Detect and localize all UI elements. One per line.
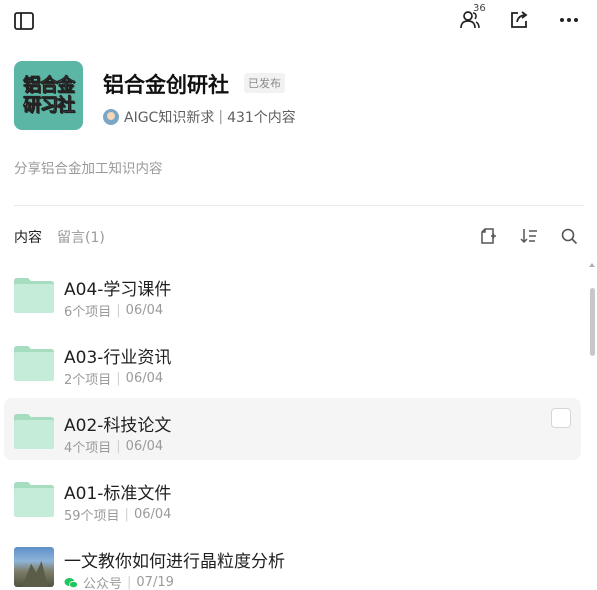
item-meta: 公众号 | 07/19 <box>64 573 174 590</box>
list-item[interactable]: A01-标准文件 59个项目 | 06/04 <box>4 466 581 528</box>
logo-char: 社 <box>57 94 76 116</box>
share-icon[interactable] <box>507 8 531 32</box>
knowledge-base-logo: 铝合金 研习社 <box>14 61 83 130</box>
item-title: A03-行业资讯 <box>64 348 172 368</box>
list-item[interactable]: 一文教你如何进行晶粒度分析 公众号 | 07/19 <box>4 534 581 590</box>
logo-char: 研 <box>23 94 42 116</box>
scroll-up-arrow-icon[interactable] <box>589 263 595 267</box>
item-source: 公众号 <box>83 577 123 590</box>
new-doc-icon[interactable] <box>478 226 498 246</box>
page-title: 铝合金创研社 <box>103 73 229 97</box>
folder-icon <box>14 278 54 313</box>
meta-separator: | <box>124 507 129 522</box>
knowledge-base-description: 分享铝合金加工知识内容 <box>14 161 163 177</box>
search-icon[interactable] <box>559 226 579 246</box>
meta-separator: | <box>116 371 121 386</box>
list-item[interactable]: A04-学习课件 6个项目 | 06/04 <box>4 262 581 324</box>
item-meta: 2个项目 | 06/04 <box>64 369 163 388</box>
published-status-badge: 已发布 <box>244 73 285 93</box>
item-count: 4个项目 <box>64 441 112 456</box>
article-thumbnail <box>14 547 54 587</box>
item-date: 06/04 <box>125 303 164 318</box>
owner-separator: | <box>218 109 224 125</box>
item-meta: 59个项目 | 06/04 <box>64 505 171 524</box>
owner-avatar[interactable] <box>103 109 119 125</box>
item-title: A04-学习课件 <box>64 280 172 300</box>
item-date: 06/04 <box>125 439 164 454</box>
scrollbar-thumb[interactable] <box>590 288 595 356</box>
folder-icon <box>14 414 54 449</box>
item-date: 07/19 <box>136 575 174 590</box>
item-meta: 6个项目 | 06/04 <box>64 301 163 320</box>
tab-content[interactable]: 内容 <box>14 227 42 247</box>
item-count: 59个项目 <box>64 509 120 524</box>
tab-comments[interactable]: 留言(1) <box>57 227 105 247</box>
meta-separator: | <box>116 303 121 318</box>
logo-char: 金 <box>57 74 76 96</box>
meta-separator: | <box>127 575 132 590</box>
item-date: 06/04 <box>125 371 164 386</box>
select-checkbox[interactable] <box>551 408 571 428</box>
item-title: A02-科技论文 <box>64 416 172 436</box>
list-item[interactable]: A03-行业资讯 2个项目 | 06/04 <box>4 330 581 392</box>
logo-char: 习 <box>40 94 59 116</box>
header-divider <box>14 205 584 206</box>
sort-icon[interactable] <box>519 226 539 246</box>
content-tabs: 内容 留言(1) <box>14 226 120 248</box>
item-date: 06/04 <box>133 507 172 522</box>
members-count-badge: 36 <box>473 3 486 14</box>
logo-char: 合 <box>40 74 59 96</box>
top-bar: 36 <box>0 0 597 42</box>
item-meta: 4个项目 | 06/04 <box>64 437 163 456</box>
logo-line-1: 铝合金 <box>23 74 76 96</box>
sidebar-toggle-icon[interactable] <box>12 9 36 33</box>
list-item[interactable]: A02-科技论文 4个项目 | 06/04 <box>4 398 581 460</box>
item-title: A01-标准文件 <box>64 484 172 504</box>
knowledge-base-header: 铝合金 研习社 铝合金创研社 已发布 AIGC知识新求 | 431个内容 <box>14 61 584 131</box>
owner-row: AIGC知识新求 | 431个内容 <box>103 107 296 127</box>
wechat-icon <box>64 577 78 588</box>
more-icon[interactable] <box>557 8 581 32</box>
list-scrollbar[interactable] <box>589 263 595 590</box>
logo-line-2: 研习社 <box>23 94 76 116</box>
owner-name[interactable]: AIGC知识新求 <box>124 107 214 127</box>
folder-icon <box>14 346 54 381</box>
item-count: 6个项目 <box>64 305 112 320</box>
meta-separator: | <box>116 439 121 454</box>
content-list: A04-学习课件 6个项目 | 06/04 A03-行业资讯 2个项目 | 06/04 … <box>4 262 581 590</box>
folder-icon <box>14 482 54 517</box>
logo-char: 铝 <box>23 74 42 96</box>
item-count: 2个项目 <box>64 373 112 388</box>
content-count: 431个内容 <box>227 110 296 126</box>
item-title: 一文教你如何进行晶粒度分析 <box>64 552 285 572</box>
